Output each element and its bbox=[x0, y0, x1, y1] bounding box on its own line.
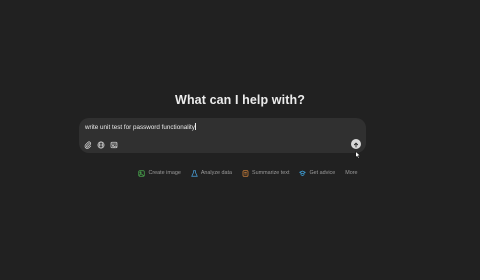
mouse-pointer-icon bbox=[355, 146, 361, 164]
get-advice-icon bbox=[299, 170, 307, 177]
prompt-composer[interactable]: write unit test for password functionali… bbox=[79, 118, 366, 153]
summarize-text-icon bbox=[242, 169, 249, 177]
globe-icon bbox=[97, 141, 105, 149]
chip-label: Analyze data bbox=[200, 170, 232, 176]
create-image-icon bbox=[138, 169, 146, 177]
chip-create-image[interactable]: Create image bbox=[133, 168, 185, 178]
suggestion-chips: Create image Analyze data Summarize text bbox=[0, 168, 480, 178]
chip-analyze-data[interactable]: Analyze data bbox=[186, 168, 237, 178]
prompt-input-value: write unit test for password functionali… bbox=[85, 124, 195, 131]
chip-get-advice[interactable]: Get advice bbox=[294, 168, 340, 178]
chip-label: More bbox=[345, 170, 358, 176]
text-caret bbox=[195, 123, 196, 130]
web-search-button[interactable] bbox=[96, 140, 105, 149]
page-title: What can I help with? bbox=[175, 93, 305, 107]
image-tool-icon bbox=[110, 141, 118, 149]
chip-more[interactable]: More bbox=[340, 168, 362, 178]
prompt-input[interactable]: write unit test for password functionali… bbox=[85, 123, 196, 131]
tools-button[interactable] bbox=[109, 140, 118, 149]
chip-label: Create image bbox=[148, 170, 181, 176]
chip-summarize-text[interactable]: Summarize text bbox=[237, 168, 294, 178]
chat-home: What can I help with? write unit test fo… bbox=[0, 0, 480, 280]
attach-button[interactable] bbox=[83, 140, 92, 149]
paperclip-icon bbox=[84, 141, 92, 149]
chip-label: Get advice bbox=[309, 170, 336, 176]
chip-label: Summarize text bbox=[252, 170, 290, 176]
analyze-data-icon bbox=[191, 169, 198, 177]
